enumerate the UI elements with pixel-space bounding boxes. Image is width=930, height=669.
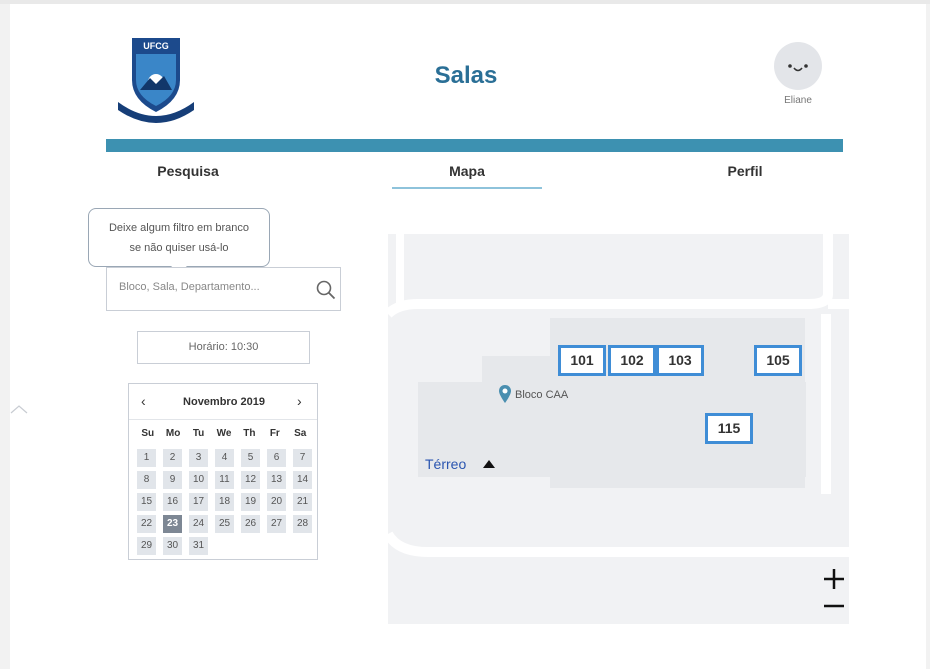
calendar-days-grid: 1 2 3 4 5 6 7 8 9 10 11 12 13 14 15 16 17 18 19 20 21 22 23 24 2… [135,449,317,555]
user-avatar[interactable] [774,42,822,90]
page-title: Salas [434,62,498,89]
calendar-weekdays: Su Mo Tu We Th Fr Sa [135,428,313,439]
calendar-day[interactable]: 18 [215,493,234,511]
calendar-day[interactable]: 22 [137,515,156,533]
floor-label: Térreo [425,456,467,472]
calendar-weekday: Sa [294,428,307,439]
calendar-day[interactable]: 12 [241,471,260,489]
calendar-weekday: We [216,428,232,439]
calendar-day[interactable]: 4 [215,449,234,467]
calendar-next-month-icon[interactable]: › [297,393,302,409]
active-tab-indicator [392,187,542,189]
calendar-day[interactable]: 1 [137,449,156,467]
calendar-day[interactable]: 8 [137,471,156,489]
room-101[interactable]: 101 [558,345,606,376]
calendar-day[interactable]: 10 [189,471,208,489]
date-picker: ‹ Novembro 2019 › Su Mo Tu We Th Fr Sa 1234567… [128,383,318,560]
room-103[interactable]: 103 [656,345,704,376]
zoom-in-icon[interactable] [822,567,846,591]
calendar-day[interactable]: 11 [215,471,234,489]
user-name: Eliane [784,95,812,106]
smiley-face-icon [788,64,808,72]
tab-mapa[interactable]: Mapa [392,163,542,179]
calendar-day[interactable]: 21 [293,493,312,511]
calendar-day[interactable]: 19 [241,493,260,511]
calendar-weekday: Tu [192,428,205,439]
room-105[interactable]: 105 [754,345,802,376]
tab-pesquisa[interactable]: Pesquisa [137,163,239,179]
calendar-day-selected[interactable]: 23 [163,515,182,533]
calendar-prev-month-icon[interactable]: ‹ [141,393,146,409]
calendar-day[interactable]: 29 [137,537,156,555]
building-label: Bloco CAA [515,389,569,401]
map-background [388,234,849,624]
calendar-weekday: Th [243,428,256,439]
calendar-day[interactable]: 5 [241,449,260,467]
campus-map[interactable]: 101 102 103 105 115 Bloco CAA Térreo [388,234,849,624]
calendar-day[interactable]: 20 [267,493,286,511]
calendar-day[interactable]: 26 [241,515,260,533]
calendar-day[interactable]: 31 [189,537,208,555]
calendar-day[interactable]: 7 [293,449,312,467]
calendar-day[interactable]: 15 [137,493,156,511]
logo-text: UFCG [143,41,169,51]
triangle-up-icon[interactable] [482,459,496,469]
calendar-day[interactable]: 9 [163,471,182,489]
calendar-weekday: Su [141,428,155,439]
room-102[interactable]: 102 [608,345,656,376]
ufcg-logo: UFCG [118,38,194,123]
calendar-day[interactable]: 2 [163,449,182,467]
search-icon[interactable] [315,279,337,301]
tab-perfil[interactable]: Perfil [700,163,790,179]
calendar-weekday: Mo [165,428,181,439]
calendar-day[interactable]: 13 [267,471,286,489]
calendar-month-label: Novembro 2019 [183,396,265,408]
calendar-day[interactable]: 3 [189,449,208,467]
calendar-day[interactable]: 16 [163,493,182,511]
calendar-day[interactable]: 25 [215,515,234,533]
tooltip-line-1: Deixe algum filtro em branco [108,222,249,234]
zoom-out-icon[interactable] [822,599,846,613]
calendar-day[interactable]: 17 [189,493,208,511]
chevron-up-icon[interactable] [9,403,29,415]
calendar-day[interactable]: 30 [163,537,182,555]
room-115[interactable]: 115 [705,413,753,444]
search-input[interactable] [119,281,309,293]
calendar-day[interactable]: 27 [267,515,286,533]
calendar-header: ‹ Novembro 2019 › [129,384,317,420]
search-box [106,267,341,311]
header-accent-bar [106,139,843,152]
calendar-day[interactable]: 6 [267,449,286,467]
calendar-day[interactable]: 28 [293,515,312,533]
calendar-day[interactable]: 24 [189,515,208,533]
calendar-day[interactable]: 14 [293,471,312,489]
location-pin-icon [499,385,511,403]
schedule-button[interactable]: Horário: 10:30 [137,331,310,364]
tooltip-line-2: se não quiser usá-lo [129,242,229,254]
calendar-weekday: Fr [269,428,280,439]
